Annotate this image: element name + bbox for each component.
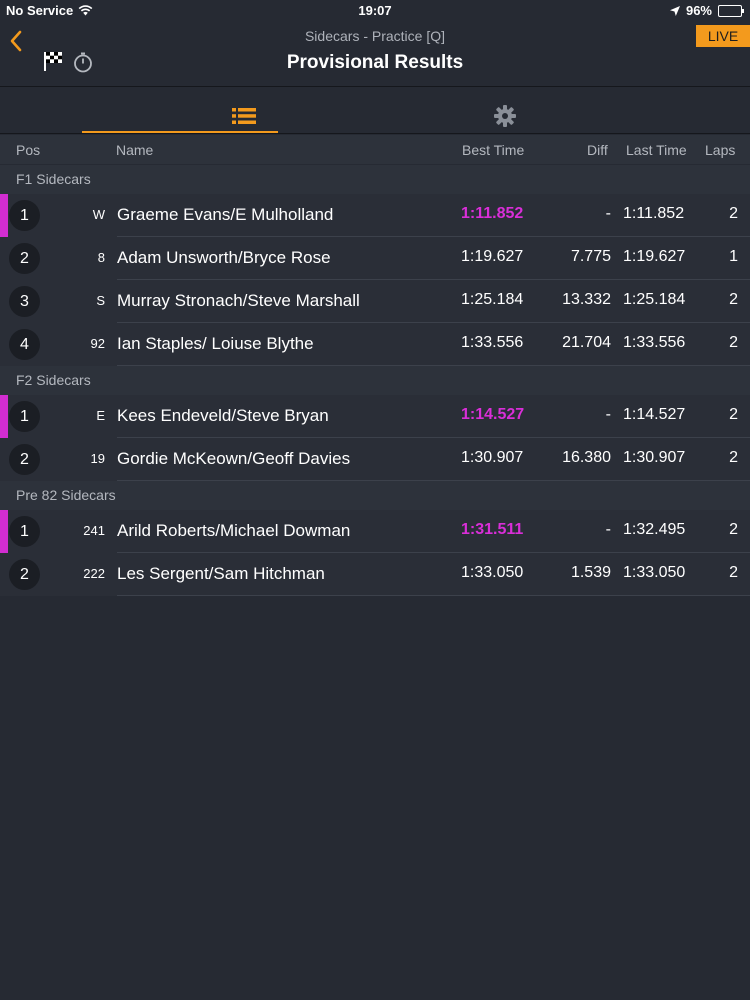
diff-time: 16.380 xyxy=(562,449,611,466)
last-time: 1:25.184 xyxy=(623,291,686,308)
live-button[interactable]: LIVE xyxy=(696,25,750,47)
laps-count: 2 xyxy=(729,406,738,423)
result-row[interactable]: 2 222 Les Sergent/Sam Hitchman 1:33.050 … xyxy=(0,553,750,596)
battery-icon xyxy=(718,4,744,17)
gear-icon[interactable] xyxy=(494,105,516,127)
status-right: 96% xyxy=(669,3,744,18)
row-divider xyxy=(117,595,750,596)
page-title: Provisional Results xyxy=(286,52,464,73)
col-name: Name xyxy=(116,142,154,158)
position-badge: 2 xyxy=(9,444,40,475)
result-row[interactable]: 2 8 Adam Unsworth/Bryce Rose 1:19.627 7.… xyxy=(0,237,750,280)
diff-time: 21.704 xyxy=(562,334,611,351)
battery-percent: 96% xyxy=(685,3,712,18)
best-time: 1:14.527 xyxy=(461,406,525,423)
result-row[interactable]: 2 19 Gordie McKeown/Geoff Davies 1:30.90… xyxy=(0,438,750,481)
diff-time: - xyxy=(605,406,611,423)
best-time: 1:25.184 xyxy=(461,291,524,308)
laps-count: 2 xyxy=(729,334,738,351)
best-time: 1:31.511 xyxy=(461,521,524,538)
rider-name: Murray Stronach/Steve Marshall xyxy=(117,291,360,310)
last-time: 1:33.556 xyxy=(623,334,686,351)
col-pos: Pos xyxy=(16,142,41,158)
result-row[interactable]: 4 92 Ian Staples/ Loiuse Blythe 1:33.556… xyxy=(0,323,750,366)
status-bar: No Service 19:07 96% xyxy=(0,0,750,22)
rider-name: Graeme Evans/E Mulholland xyxy=(117,205,334,224)
laps-count: 2 xyxy=(729,449,738,466)
status-time: 19:07 xyxy=(358,3,392,18)
laps-count: 2 xyxy=(729,564,738,581)
best-time: 1:33.050 xyxy=(461,564,524,581)
rider-name: Gordie McKeown/Geoff Davies xyxy=(117,449,351,468)
column-header: Pos Name Best Time Diff Last Time Laps xyxy=(0,135,750,164)
position-badge: 1 xyxy=(9,516,40,547)
section-header: Pre 82 Sidecars xyxy=(0,481,750,510)
rider-number: E xyxy=(96,408,105,423)
diff-time: 7.775 xyxy=(570,248,611,265)
rider-number: 8 xyxy=(97,250,105,265)
active-tab-indicator xyxy=(82,131,278,133)
rider-number: S xyxy=(96,293,105,308)
last-time: 1:32.495 xyxy=(623,521,686,538)
col-best-time: Best Time xyxy=(462,142,525,158)
last-time: 1:14.527 xyxy=(623,406,686,423)
position-badge: 1 xyxy=(9,200,40,231)
rider-number: 92 xyxy=(90,336,105,351)
rider-number: 19 xyxy=(90,451,105,466)
diff-time: 1.539 xyxy=(570,564,611,581)
fastest-lap-marker xyxy=(0,510,8,553)
col-diff: Diff xyxy=(587,142,608,158)
rider-number: 241 xyxy=(83,523,105,538)
best-time: 1:30.907 xyxy=(461,449,524,466)
session-subtitle: Sidecars - Practice [Q] xyxy=(304,28,446,44)
last-time: 1:30.907 xyxy=(623,449,686,466)
laps-count: 2 xyxy=(729,521,738,538)
section-header: F1 Sidecars xyxy=(0,165,750,194)
best-time: 1:33.556 xyxy=(461,334,524,351)
fastest-lap-marker xyxy=(0,395,8,438)
position-badge: 4 xyxy=(9,329,40,360)
last-time: 1:11.852 xyxy=(623,205,685,222)
fastest-lap-marker xyxy=(0,194,8,237)
position-badge: 2 xyxy=(9,559,40,590)
position-badge: 3 xyxy=(9,286,40,317)
best-time: 1:11.852 xyxy=(461,205,524,222)
best-time: 1:19.627 xyxy=(461,248,524,265)
diff-time: - xyxy=(605,205,611,222)
rider-number: 222 xyxy=(83,566,105,581)
rider-name: Arild Roberts/Michael Dowman xyxy=(117,521,351,540)
result-row[interactable]: 3 S Murray Stronach/Steve Marshall 1:25.… xyxy=(0,280,750,323)
location-arrow-icon xyxy=(669,5,680,16)
tab-results-list[interactable] xyxy=(82,87,278,133)
result-row[interactable]: 1 E Kees Endeveld/Steve Bryan 1:14.527 -… xyxy=(0,395,750,438)
list-icon xyxy=(232,108,256,124)
diff-time: 13.332 xyxy=(562,291,611,308)
nav-bar: Sidecars - Practice [Q] Provisional Resu… xyxy=(0,22,750,86)
last-time: 1:19.627 xyxy=(623,248,686,265)
rider-name: Ian Staples/ Loiuse Blythe xyxy=(117,334,314,353)
col-last-time: Last Time xyxy=(626,142,687,158)
laps-count: 2 xyxy=(729,205,738,222)
result-row[interactable]: 1 W Graeme Evans/E Mulholland 1:11.852 -… xyxy=(0,194,750,237)
tab-bar xyxy=(0,86,750,134)
rider-name: Adam Unsworth/Bryce Rose xyxy=(117,248,331,267)
rider-name: Les Sergent/Sam Hitchman xyxy=(117,564,325,583)
position-badge: 1 xyxy=(9,401,40,432)
laps-count: 2 xyxy=(729,291,738,308)
rider-number: W xyxy=(92,207,105,222)
section-header: F2 Sidecars xyxy=(0,366,750,395)
last-time: 1:33.050 xyxy=(623,564,686,581)
laps-count: 1 xyxy=(729,248,738,265)
diff-time: - xyxy=(605,521,611,538)
position-badge: 2 xyxy=(9,243,40,274)
col-laps: Laps xyxy=(705,142,736,158)
result-row[interactable]: 1 241 Arild Roberts/Michael Dowman 1:31.… xyxy=(0,510,750,553)
rider-name: Kees Endeveld/Steve Bryan xyxy=(117,406,329,425)
